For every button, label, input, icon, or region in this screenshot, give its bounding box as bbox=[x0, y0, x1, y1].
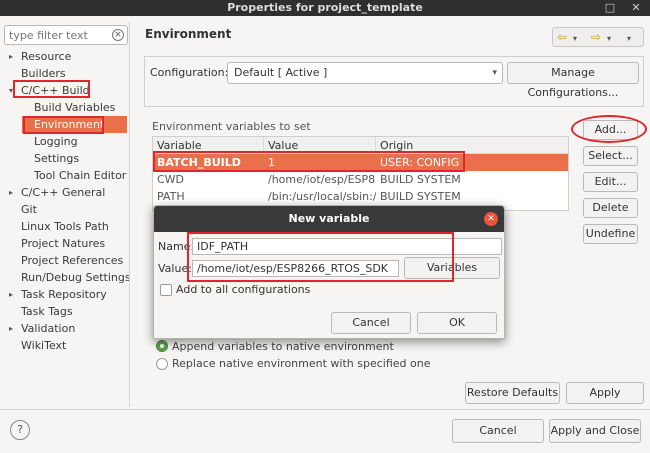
dialog-ok-button[interactable]: OK bbox=[417, 312, 497, 334]
tree-item-validation[interactable]: Validation bbox=[21, 320, 75, 337]
new-variable-dialog: New variable ✕ Name: IDF_PATH Value: /ho… bbox=[153, 205, 505, 339]
edit-button[interactable]: Edit... bbox=[583, 172, 638, 192]
navigation-toolbar: ⇦ ▾ ⇨ ▾ ▾ bbox=[552, 27, 644, 47]
restore-defaults-button[interactable]: Restore Defaults bbox=[465, 382, 560, 404]
append-radio-label: Append variables to native environment bbox=[172, 340, 394, 353]
table-header: Variable Value Origin bbox=[153, 137, 568, 154]
page-title: Environment bbox=[145, 27, 232, 41]
cell-origin: USER: CONFIG bbox=[380, 156, 460, 169]
tree-item-task-tags[interactable]: Task Tags bbox=[21, 303, 73, 320]
cancel-button[interactable]: Cancel bbox=[452, 419, 544, 443]
expand-arrow-icon[interactable]: ▸ bbox=[9, 48, 13, 65]
column-header-origin[interactable]: Origin bbox=[376, 137, 568, 154]
chevron-down-icon: ▾ bbox=[492, 68, 497, 78]
cell-variable: CWD bbox=[157, 173, 185, 186]
cell-value: 1 bbox=[268, 156, 275, 169]
sidebar-divider bbox=[129, 22, 130, 407]
tree-item-settings[interactable]: Settings bbox=[34, 150, 79, 167]
forward-dropdown-icon[interactable]: ▾ bbox=[607, 32, 611, 46]
dialog-title: New variable bbox=[154, 206, 504, 232]
add-to-all-checkbox[interactable] bbox=[160, 284, 172, 296]
window-titlebar: Properties for project_template □ ✕ bbox=[0, 0, 650, 16]
add-to-all-label: Add to all configurations bbox=[176, 283, 311, 296]
tree-item-tool-chain-editor[interactable]: Tool Chain Editor bbox=[34, 167, 126, 184]
tree-item-cpp-build[interactable]: C/C++ Build bbox=[21, 82, 90, 99]
dialog-cancel-button[interactable]: Cancel bbox=[331, 312, 411, 334]
cell-origin: BUILD SYSTEM bbox=[380, 190, 461, 203]
append-radio[interactable] bbox=[156, 340, 168, 352]
apply-button[interactable]: Apply bbox=[566, 382, 644, 404]
tree-item-run-debug-settings[interactable]: Run/Debug Settings bbox=[21, 269, 131, 286]
cell-value: /home/iot/esp/ESP82 bbox=[268, 173, 376, 186]
tree-item-linux-tools-path[interactable]: Linux Tools Path bbox=[21, 218, 109, 235]
tree-item-logging[interactable]: Logging bbox=[34, 133, 78, 150]
name-label: Name: bbox=[158, 240, 195, 253]
collapse-arrow-icon[interactable]: ▾ bbox=[9, 82, 13, 99]
tree-item-environment[interactable]: Environment bbox=[22, 116, 127, 133]
filter-input[interactable] bbox=[5, 26, 105, 44]
cell-origin: BUILD SYSTEM bbox=[380, 173, 461, 186]
select-button[interactable]: Select... bbox=[583, 146, 638, 166]
env-variables-table: Variable Value Origin BATCH_BUILD 1 USER… bbox=[152, 136, 569, 211]
view-menu-icon[interactable]: ▾ bbox=[627, 32, 631, 46]
clear-filter-icon[interactable]: × bbox=[112, 29, 124, 41]
table-row[interactable]: CWD /home/iot/esp/ESP82 BUILD SYSTEM bbox=[153, 171, 568, 188]
replace-radio[interactable] bbox=[156, 358, 168, 370]
apply-and-close-button[interactable]: Apply and Close bbox=[549, 419, 641, 443]
tree-item-build-variables[interactable]: Build Variables bbox=[34, 99, 115, 116]
forward-arrow-icon[interactable]: ⇨ bbox=[591, 30, 601, 44]
cell-value: /bin:/usr/local/sbin:/u bbox=[268, 190, 376, 203]
window-close-icon[interactable]: ✕ bbox=[628, 0, 644, 16]
value-field[interactable]: /home/iot/esp/ESP8266_RTOS_SDK bbox=[192, 260, 399, 277]
manage-configurations-button[interactable]: Manage Configurations... bbox=[507, 62, 639, 99]
maximize-icon[interactable]: □ bbox=[602, 0, 618, 16]
tree-item-wikitext[interactable]: WikiText bbox=[21, 337, 66, 354]
tree-item-task-repository[interactable]: Task Repository bbox=[21, 286, 107, 303]
table-row[interactable]: PATH /bin:/usr/local/sbin:/u BUILD SYSTE… bbox=[153, 188, 568, 205]
undefine-button[interactable]: Undefine bbox=[583, 224, 638, 244]
name-field[interactable]: IDF_PATH bbox=[192, 238, 502, 255]
env-variables-label: Environment variables to set bbox=[152, 120, 311, 133]
cell-variable: PATH bbox=[157, 190, 185, 203]
dialog-close-icon[interactable]: ✕ bbox=[484, 212, 498, 226]
tree-item-cpp-general[interactable]: C/C++ General bbox=[21, 184, 105, 201]
tree-item-git[interactable]: Git bbox=[21, 201, 37, 218]
cell-variable: BATCH_BUILD bbox=[157, 156, 241, 169]
back-dropdown-icon[interactable]: ▾ bbox=[573, 32, 577, 46]
tree-item-project-references[interactable]: Project References bbox=[21, 252, 123, 269]
tree-item-resource[interactable]: Resource bbox=[21, 48, 71, 65]
expand-arrow-icon[interactable]: ▸ bbox=[9, 184, 13, 201]
configuration-select[interactable]: Default [ Active ] ▾ bbox=[227, 62, 503, 84]
configuration-label: Configuration: bbox=[150, 66, 229, 79]
tree-item-project-natures[interactable]: Project Natures bbox=[21, 235, 105, 252]
tree-item-builders[interactable]: Builders bbox=[21, 65, 66, 82]
value-label: Value: bbox=[158, 262, 192, 275]
filter-field[interactable]: × bbox=[4, 25, 128, 45]
table-row[interactable]: BATCH_BUILD 1 USER: CONFIG bbox=[153, 154, 568, 171]
column-header-value[interactable]: Value bbox=[264, 137, 376, 154]
column-header-variable[interactable]: Variable bbox=[153, 137, 264, 154]
configuration-value: Default [ Active ] bbox=[234, 66, 328, 79]
help-icon[interactable]: ? bbox=[10, 420, 30, 440]
expand-arrow-icon[interactable]: ▸ bbox=[9, 320, 13, 337]
footer-divider bbox=[0, 409, 650, 410]
expand-arrow-icon[interactable]: ▸ bbox=[9, 286, 13, 303]
delete-button[interactable]: Delete bbox=[583, 198, 638, 218]
add-button[interactable]: Add... bbox=[583, 120, 638, 140]
window-title: Properties for project_template bbox=[227, 1, 423, 14]
variables-button[interactable]: Variables bbox=[404, 257, 500, 279]
replace-radio-label: Replace native environment with specifie… bbox=[172, 357, 431, 370]
back-arrow-icon[interactable]: ⇦ bbox=[557, 30, 567, 44]
